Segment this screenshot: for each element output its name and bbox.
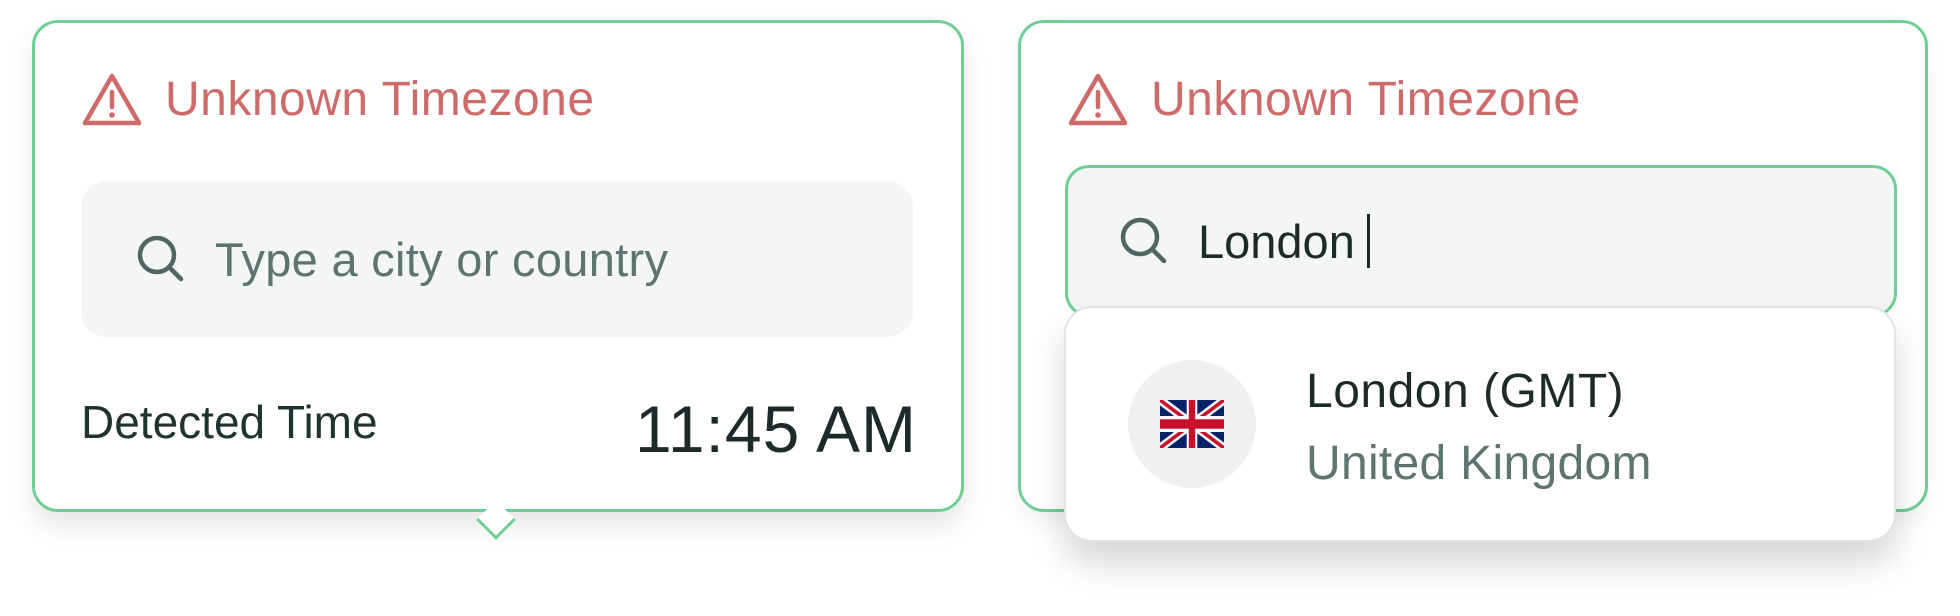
warning-icon — [1068, 73, 1128, 126]
timezone-panel-default: Unknown Timezone Type a city or country … — [32, 20, 964, 512]
search-results-dropdown: London (GMT) United Kingdom — [1064, 306, 1896, 542]
panel-title: Unknown Timezone — [1151, 73, 1581, 126]
detected-time-value: 11:45 AM — [635, 392, 917, 466]
warning-icon — [82, 73, 142, 126]
panel-header: Unknown Timezone — [1067, 71, 1581, 129]
search-input-focused[interactable]: London — [1065, 165, 1897, 317]
search-placeholder: Type a city or country — [215, 232, 669, 286]
panel-header: Unknown Timezone — [81, 71, 595, 129]
text-caret — [1366, 214, 1370, 268]
search-value: London — [1198, 214, 1355, 268]
search-icon — [1120, 217, 1167, 264]
detected-time-label: Detected Time — [81, 396, 378, 448]
search-input[interactable]: Type a city or country — [81, 181, 913, 337]
panel-title: Unknown Timezone — [165, 73, 595, 126]
result-city: London (GMT) — [1306, 365, 1625, 418]
search-icon — [137, 235, 184, 282]
flag-avatar — [1128, 360, 1256, 488]
result-country: United Kingdom — [1306, 437, 1652, 490]
uk-flag-icon — [1160, 400, 1224, 448]
